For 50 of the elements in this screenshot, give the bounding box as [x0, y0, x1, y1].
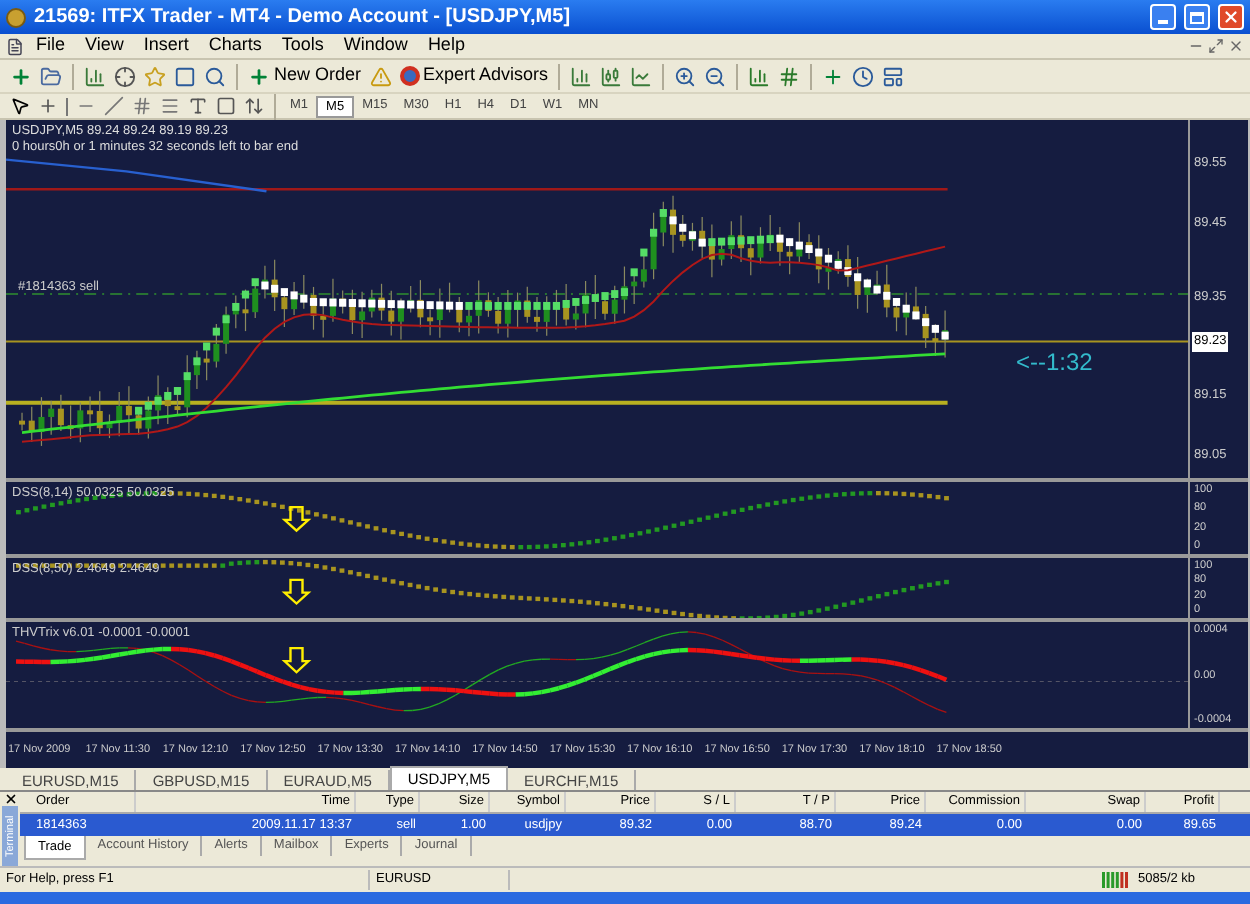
menu-item[interactable]: Charts — [200, 32, 270, 60]
candlestick-icon — [600, 65, 623, 87]
vertical-line-button[interactable] — [62, 92, 72, 120]
vertical-line-icon — [66, 97, 68, 115]
line-chart-icon — [630, 65, 653, 87]
menu-item[interactable]: View — [77, 32, 132, 60]
document-icon — [6, 37, 24, 55]
plus-icon — [248, 65, 270, 87]
menu-item[interactable]: Window — [335, 32, 416, 60]
search-button[interactable] — [200, 62, 230, 90]
search-icon — [204, 65, 226, 87]
favorites-icon — [144, 65, 166, 87]
profiles-icon — [40, 65, 62, 87]
window-title: 21569: ITFX Trader - MT4 - Demo Account - [USDJPY,M5] — [34, 4, 573, 32]
menu-item[interactable]: Help — [419, 32, 473, 60]
expert-advisors-button[interactable]: Expert Advisors — [395, 62, 553, 90]
market-watch-button[interactable] — [80, 62, 110, 90]
menu-item[interactable]: Insert — [135, 32, 197, 60]
close-icon[interactable] — [3, 792, 17, 806]
trendline-icon — [104, 96, 124, 116]
cursor-icon — [10, 96, 30, 116]
close-button[interactable] — [1218, 4, 1244, 30]
crosshair-icon — [38, 96, 58, 116]
navigator-button[interactable] — [110, 62, 140, 90]
restore-icon[interactable] — [1208, 38, 1224, 54]
periods-button[interactable] — [848, 62, 879, 90]
arrows-icon — [244, 96, 264, 116]
connection-bars-icon — [1102, 872, 1130, 888]
zoom-in-icon — [674, 65, 697, 87]
label-tool-button[interactable] — [212, 92, 240, 120]
warning-icon — [369, 65, 392, 87]
bar-chart-icon — [570, 65, 593, 87]
text-tool-icon — [188, 96, 208, 116]
periods-icon — [852, 65, 875, 87]
menu-item[interactable]: File — [28, 32, 74, 60]
maximize-button[interactable] — [1184, 4, 1210, 30]
down-arrow-icon — [281, 578, 312, 605]
templates-icon — [882, 65, 905, 87]
profiles-button[interactable] — [36, 62, 66, 90]
close-icon — [1222, 8, 1240, 26]
new-order-button[interactable]: New Order — [244, 62, 366, 90]
menu-item[interactable]: Tools — [273, 32, 332, 60]
down-arrow-icon — [281, 646, 312, 674]
trendline-button[interactable] — [100, 92, 128, 120]
down-arrow-icon — [281, 506, 312, 533]
zoom-out-icon — [704, 65, 727, 87]
minimize-button[interactable] — [1150, 4, 1176, 30]
terminal-button[interactable] — [170, 62, 200, 90]
countdown-label: <--1:32 — [1016, 346, 1093, 380]
app-icon — [6, 7, 26, 27]
